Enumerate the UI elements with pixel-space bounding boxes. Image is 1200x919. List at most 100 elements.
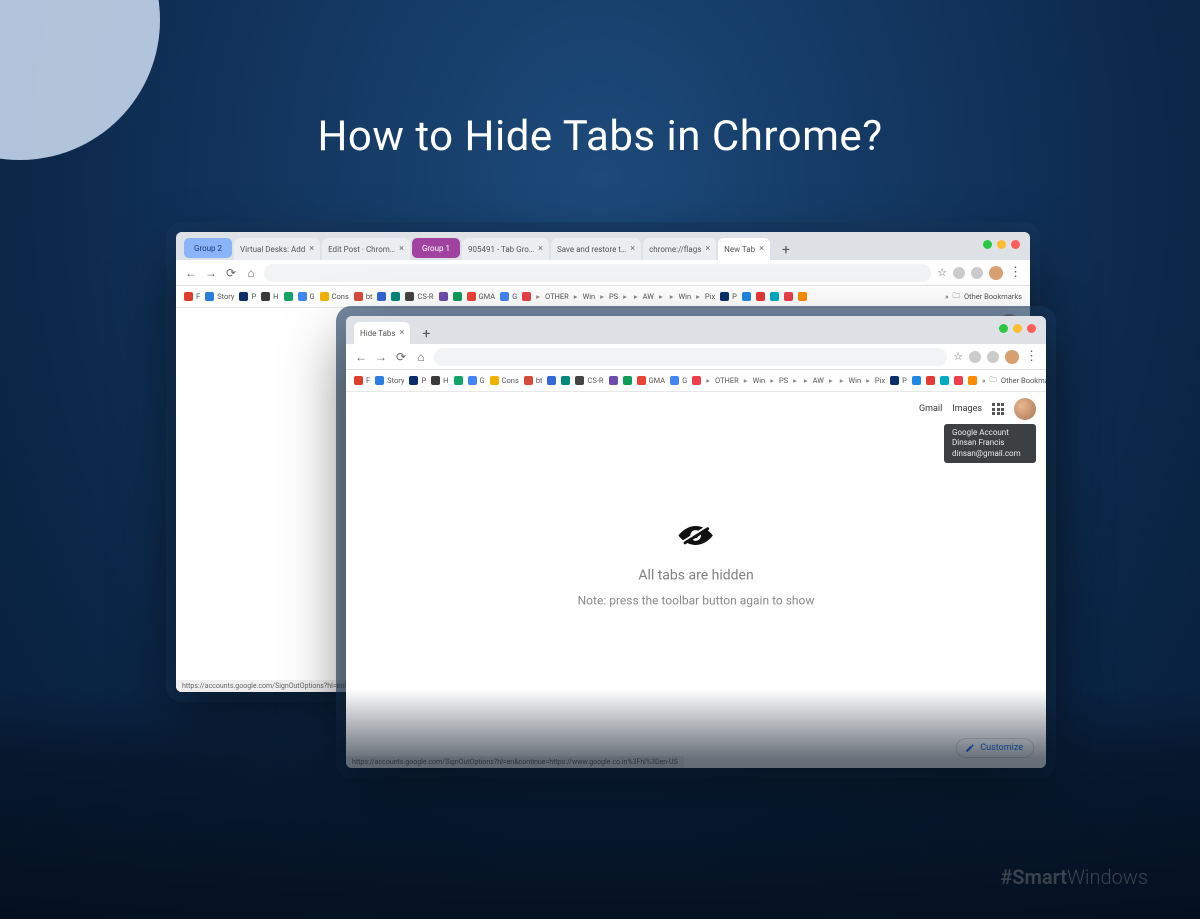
close-icon[interactable]: × (399, 244, 404, 254)
bookmark-item[interactable] (439, 292, 448, 301)
bookmark-item[interactable] (453, 292, 462, 301)
other-bookmarks[interactable]: » 🗀 Other Bookmarks (982, 374, 1046, 387)
bookmark-item[interactable] (926, 376, 935, 385)
bookmark-item[interactable]: Pix (866, 376, 885, 385)
new-tab-button[interactable]: + (416, 324, 436, 344)
bookmark-item[interactable]: H (431, 376, 448, 385)
bookmark-item[interactable] (829, 376, 835, 385)
home-button[interactable]: ⌂ (414, 350, 428, 364)
bookmark-item[interactable]: OTHER (706, 376, 739, 385)
bookmark-item[interactable] (784, 292, 793, 301)
bookmark-item[interactable]: F (184, 292, 200, 301)
bookmark-item[interactable]: AW (804, 376, 824, 385)
profile-avatar[interactable] (989, 266, 1003, 280)
address-bar[interactable] (264, 264, 931, 282)
bookmark-item[interactable]: Win (670, 292, 691, 301)
bookmark-item[interactable]: Story (205, 292, 234, 301)
tab-chrome-flags[interactable]: chrome://flags × (643, 238, 716, 260)
bookmark-item[interactable] (522, 292, 531, 301)
bookmark-item[interactable] (659, 292, 665, 301)
customize-button[interactable]: Customize (956, 738, 1034, 758)
bookmark-item[interactable] (692, 376, 701, 385)
tab-group-blue[interactable]: Group 2 (184, 238, 232, 258)
apps-launcher-icon[interactable] (992, 403, 1004, 415)
bookmark-item[interactable]: G (670, 376, 687, 385)
tab-virtual-desks[interactable]: Virtual Desks: Add × (234, 238, 320, 260)
images-link[interactable]: Images (952, 404, 982, 414)
close-icon[interactable]: × (400, 328, 405, 338)
tab-save-restore[interactable]: Save and restore t… × (551, 238, 641, 260)
reload-button[interactable]: ⟳ (394, 350, 408, 364)
bookmark-item[interactable]: AW (634, 292, 654, 301)
bookmark-item[interactable]: P (720, 292, 737, 301)
bookmark-item[interactable]: Pix (696, 292, 715, 301)
bookmark-item[interactable]: P (239, 292, 256, 301)
forward-button[interactable]: → (374, 350, 388, 364)
close-icon[interactable]: × (705, 244, 710, 254)
profile-avatar[interactable] (1005, 350, 1019, 364)
close-window-button[interactable] (1011, 240, 1020, 249)
close-icon[interactable]: × (759, 244, 764, 254)
bookmark-item[interactable] (284, 292, 293, 301)
bookmark-item[interactable]: Win (744, 376, 765, 385)
bookmark-item[interactable]: H (261, 292, 278, 301)
bookmark-item[interactable]: P (409, 376, 426, 385)
extension-icon[interactable] (987, 351, 999, 363)
maximize-button[interactable] (1013, 324, 1022, 333)
bookmark-item[interactable] (940, 376, 949, 385)
minimize-button[interactable] (999, 324, 1008, 333)
tab-group-purple[interactable]: Group 1 (412, 238, 460, 258)
bookmark-item[interactable]: G (298, 292, 315, 301)
tab-hide-tabs[interactable]: Hide Tabs × (354, 322, 410, 344)
bookmark-item[interactable]: PS (600, 292, 618, 301)
bookmark-item[interactable] (391, 292, 400, 301)
bookmark-item[interactable]: PS (770, 376, 788, 385)
bookmark-item[interactable] (547, 376, 556, 385)
maximize-button[interactable] (997, 240, 1006, 249)
bookmark-item[interactable]: Win (840, 376, 861, 385)
bookmark-item[interactable]: CS-R (575, 376, 603, 385)
menu-button[interactable]: ⋮ (1025, 349, 1038, 364)
bookmark-item[interactable] (954, 376, 963, 385)
bookmark-item[interactable] (793, 376, 799, 385)
other-bookmarks[interactable]: » 🗀 Other Bookmarks (945, 290, 1022, 303)
bookmark-item[interactable] (623, 376, 632, 385)
bookmark-item[interactable]: Cons (320, 292, 349, 301)
bookmark-item[interactable]: GMA (637, 376, 666, 385)
bookmark-item[interactable]: bt (354, 292, 373, 301)
minimize-button[interactable] (983, 240, 992, 249)
bookmark-item[interactable] (912, 376, 921, 385)
bookmark-item[interactable]: Story (375, 376, 404, 385)
close-icon[interactable]: × (630, 244, 635, 254)
bookmark-item[interactable] (561, 376, 570, 385)
bookmark-item[interactable] (623, 292, 629, 301)
bookmark-item[interactable]: F (354, 376, 370, 385)
back-button[interactable]: ← (354, 350, 368, 364)
bookmark-item[interactable] (770, 292, 779, 301)
bookmark-item[interactable]: P (890, 376, 907, 385)
gmail-link[interactable]: Gmail (919, 404, 942, 414)
home-button[interactable]: ⌂ (244, 266, 258, 280)
back-button[interactable]: ← (184, 266, 198, 280)
account-avatar[interactable] (1014, 398, 1036, 420)
bookmark-star-icon[interactable] (953, 350, 963, 363)
bookmark-item[interactable] (609, 376, 618, 385)
bookmark-item[interactable]: G (468, 376, 485, 385)
bookmark-item[interactable]: GMA (467, 292, 496, 301)
bookmark-item[interactable] (454, 376, 463, 385)
bookmark-item[interactable]: CS-R (405, 292, 433, 301)
new-tab-button[interactable]: + (776, 240, 796, 260)
bookmark-item[interactable]: OTHER (536, 292, 569, 301)
bookmark-item[interactable]: Win (574, 292, 595, 301)
bookmark-item[interactable]: G (500, 292, 517, 301)
extension-icon[interactable] (971, 267, 983, 279)
tab-new-tab-active[interactable]: New Tab × (718, 238, 770, 260)
bookmark-item[interactable] (968, 376, 977, 385)
bookmark-item[interactable] (798, 292, 807, 301)
extension-icon[interactable] (969, 351, 981, 363)
bookmark-item[interactable] (377, 292, 386, 301)
close-icon[interactable]: × (309, 244, 314, 254)
extension-icon[interactable] (953, 267, 965, 279)
tab-edit-post[interactable]: Edit Post · Chrom… × (322, 238, 410, 260)
bookmark-item[interactable] (742, 292, 751, 301)
